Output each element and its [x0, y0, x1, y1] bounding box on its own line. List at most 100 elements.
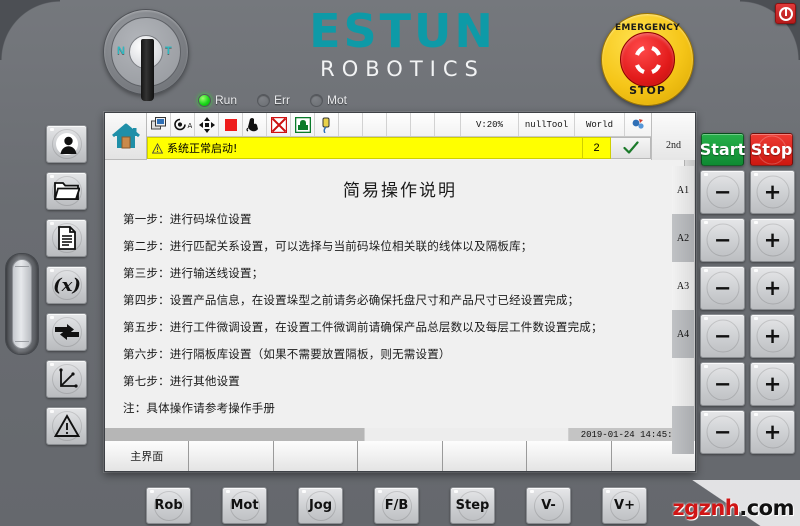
home-icon	[111, 123, 140, 149]
home-button[interactable]	[105, 113, 147, 160]
jog-button[interactable]: Jog	[298, 487, 343, 524]
toolbar-slot-2[interactable]	[363, 113, 387, 136]
sidebar-item-io[interactable]	[46, 313, 87, 351]
screen-bars: A V:20% nullTool World 系统正常启动! 2	[147, 113, 651, 160]
tab-empty-2[interactable]	[273, 441, 359, 471]
tab-empty-3[interactable]	[358, 441, 443, 471]
velocity-up-label: V+	[614, 498, 635, 513]
toolbar-stop-button[interactable]	[219, 113, 243, 136]
minus-icon: −	[713, 371, 732, 396]
toolbar-slot-3[interactable]	[387, 113, 411, 136]
estop-arrows-icon	[634, 45, 661, 74]
alarm-message[interactable]: 系统正常启动!	[147, 137, 583, 159]
coordinate-system-field[interactable]: World	[575, 113, 625, 136]
start-button[interactable]: Start	[700, 133, 745, 166]
axis-label-a4: A4	[672, 310, 694, 358]
jog-plus-a5[interactable]: +	[750, 362, 795, 406]
button-disc	[51, 317, 82, 347]
key-switch-label-t: T	[165, 45, 172, 57]
jog-minus-a6[interactable]: −	[700, 410, 745, 454]
mot-button[interactable]: Mot	[222, 487, 267, 524]
tool-config-icon	[632, 119, 644, 129]
tab-main-interface[interactable]: 主界面	[105, 441, 190, 471]
alarm-acknowledge-button[interactable]	[611, 137, 651, 159]
step-button[interactable]: Step	[450, 487, 495, 524]
sidebar-item-user[interactable]	[46, 125, 87, 163]
watermark-suffix: .com	[739, 496, 794, 520]
mot-button-label: Mot	[230, 498, 259, 513]
teach-pendant-body: N T Run Err Mot ESTUN ROBOTICS EMERGENCY	[0, 0, 800, 526]
watermark-primary: zgznh	[672, 496, 740, 520]
sidebar-item-alarms[interactable]	[46, 407, 87, 445]
tab-empty-4[interactable]	[442, 441, 528, 471]
jog-minus-a2[interactable]: −	[700, 218, 745, 262]
svg-text:A: A	[187, 122, 192, 130]
page-title: 简易操作说明	[343, 181, 457, 201]
toolbar-disable-button[interactable]	[267, 113, 291, 136]
check-icon	[622, 141, 639, 154]
monitor-windows-icon	[150, 117, 166, 130]
sidebar-item-program[interactable]	[46, 219, 87, 257]
enabling-switch[interactable]	[5, 253, 39, 355]
status-strip: 2019-01-24 14:45:44	[105, 428, 695, 441]
rob-button[interactable]: Rob	[146, 487, 191, 524]
red-square-icon	[224, 118, 237, 131]
power-icon[interactable]	[775, 3, 796, 24]
key-switch-key[interactable]	[141, 39, 154, 101]
tool-config-button[interactable]	[625, 113, 651, 136]
jog-minus-a4[interactable]: −	[700, 314, 745, 358]
velocity-down-button[interactable]: V-	[526, 487, 571, 524]
toolbar-rotate-axis-button[interactable]: A	[171, 113, 195, 136]
jog-plus-a4[interactable]: +	[750, 314, 795, 358]
fb-button-label: F/B	[384, 498, 409, 513]
status-segment-left	[105, 428, 365, 441]
tab-empty-5[interactable]	[527, 441, 612, 471]
toolbar-manual-button[interactable]	[243, 113, 267, 136]
sidebar-item-variables[interactable]: (x)	[46, 266, 87, 304]
stop-button[interactable]: Stop	[750, 133, 793, 166]
tool-field[interactable]: nullTool	[519, 113, 575, 136]
jog-button-grid: − + − + − + − + − + − +	[700, 170, 795, 454]
run-led-label: Run	[215, 93, 238, 107]
jog-plus-a3[interactable]: +	[750, 266, 795, 310]
sidebar-item-files[interactable]	[46, 172, 87, 210]
emergency-stop-bottom-label: STOP	[629, 84, 666, 97]
doc-line: 第七步：进行其他设置	[123, 374, 240, 388]
brand-name: ESTUN	[309, 4, 496, 58]
axis-label-a2: A2	[672, 214, 694, 262]
status-led-mot: Mot	[310, 93, 347, 107]
doc-line: 第三步：进行输送线设置；	[123, 266, 264, 280]
axis-label-a6	[672, 406, 694, 454]
velocity-field[interactable]: V:20%	[461, 113, 519, 136]
warning-icon	[152, 142, 163, 154]
green-robot-icon	[294, 116, 311, 133]
fb-button[interactable]: F/B	[374, 487, 419, 524]
jog-plus-a6[interactable]: +	[750, 410, 795, 454]
move-arrows-icon	[198, 116, 215, 133]
status-segment-middle	[364, 428, 569, 441]
toolbar-slot-4[interactable]	[411, 113, 435, 136]
jog-minus-a3[interactable]: −	[700, 266, 745, 310]
sidebar-item-coordinates[interactable]	[46, 360, 87, 398]
button-disc	[51, 411, 82, 441]
power-symbol	[778, 6, 793, 21]
velocity-up-button[interactable]: V+	[602, 487, 647, 524]
toolbar-move-button[interactable]	[195, 113, 219, 136]
toolbar-robot-button[interactable]	[291, 113, 315, 136]
toolbar-spacer	[435, 113, 461, 136]
toolbar-slot-1[interactable]	[339, 113, 363, 136]
tab-empty-1[interactable]	[189, 441, 274, 471]
minus-icon: −	[713, 419, 732, 444]
jog-plus-a1[interactable]: +	[750, 170, 795, 214]
jog-plus-a2[interactable]: +	[750, 218, 795, 262]
mot-led-icon	[310, 93, 324, 107]
emergency-stop-button[interactable]: EMERGENCY STOP	[601, 13, 694, 106]
second-function-button[interactable]: 2nd	[651, 113, 695, 160]
mode-key-switch[interactable]: N T	[103, 9, 189, 101]
jog-minus-a1[interactable]: −	[700, 170, 745, 214]
toolbar-pendant-button[interactable]	[315, 113, 339, 136]
toolbar-monitor-windows-button[interactable]	[147, 113, 171, 136]
jog-minus-a5[interactable]: −	[700, 362, 745, 406]
corner-shadow-top-left	[0, 0, 60, 60]
toolbar: A V:20% nullTool World	[147, 113, 651, 137]
